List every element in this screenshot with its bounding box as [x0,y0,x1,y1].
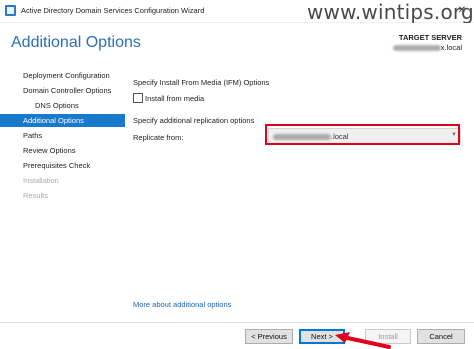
target-server-suffix: x.local [440,43,462,52]
annotation-arrow-icon [335,332,391,349]
sidebar-item-label: Deployment Configuration [23,71,110,80]
window-title: Active Directory Domain Services Configu… [21,6,205,15]
sidebar-item-label: Additional Options [23,116,84,125]
sidebar-item-label: Domain Controller Options [23,86,112,95]
page-title: Additional Options [11,34,141,51]
sidebar-item-results: Results [0,189,125,202]
sidebar-item-domain-controller-options[interactable]: Domain Controller Options [0,84,125,97]
redacted-hostname [392,45,441,52]
replicate-from-label: Replicate from: [133,133,184,142]
close-icon[interactable]: ✕ [452,0,472,22]
sidebar-item-label: Prerequisites Check [23,161,91,170]
cancel-button[interactable]: Cancel [417,329,465,344]
more-about-additional-options-link[interactable]: More about additional options [133,300,231,309]
annotation-highlight-box [265,124,460,145]
sidebar-item-prerequisites-check[interactable]: Prerequisites Check [0,159,125,172]
sidebar-item-additional-options[interactable]: Additional Options [0,114,125,127]
previous-button[interactable]: < Previous [245,329,293,344]
ifm-heading: Specify Install From Media (IFM) Options [133,78,270,87]
title-bar: Active Directory Domain Services Configu… [0,0,474,24]
sidebar-item-paths[interactable]: Paths [0,129,125,142]
footer-divider [0,322,474,323]
watermark: www.wintips.org [307,0,474,24]
sidebar-item-label: Review Options [23,146,76,155]
sidebar-item-label: Results [23,191,49,200]
app-icon [5,5,16,16]
sidebar: Deployment Configuration Domain Controll… [0,68,128,308]
sidebar-item-dns-options[interactable]: DNS Options [0,99,125,112]
target-server-label: TARGET SERVER [398,33,462,42]
install-from-media-label[interactable]: Install from media [145,94,204,103]
sidebar-item-review-options[interactable]: Review Options [0,144,125,157]
sidebar-item-deployment-configuration[interactable]: Deployment Configuration [0,69,125,82]
install-from-media-checkbox[interactable] [133,93,143,103]
sidebar-item-label: Paths [23,131,43,140]
sidebar-item-label: Installation [23,176,59,185]
replication-heading: Specify additional replication options [133,116,255,125]
sidebar-item-installation: Installation [0,174,125,187]
target-server-value: x.local [392,43,462,52]
sidebar-item-label: DNS Options [35,101,79,110]
